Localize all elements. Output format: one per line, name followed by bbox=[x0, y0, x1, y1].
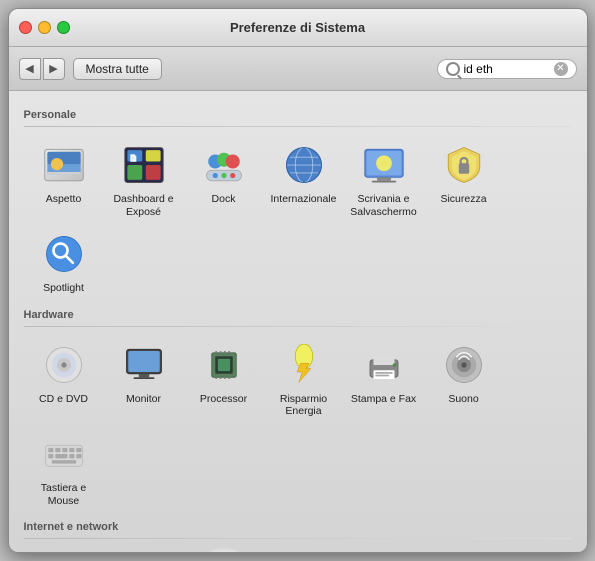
pref-item-tastiera[interactable]: Tastiera e Mouse bbox=[24, 424, 104, 513]
sicurezza-label: Sicurezza bbox=[440, 193, 486, 206]
back-button[interactable]: ◀ bbox=[19, 58, 41, 80]
search-box: ✕ bbox=[437, 59, 577, 79]
scrivania-icon bbox=[360, 141, 408, 189]
pref-item-stampa[interactable]: Stampa e Fax bbox=[344, 335, 424, 424]
internazionale-icon bbox=[280, 141, 328, 189]
risparmio-icon bbox=[280, 341, 328, 389]
spotlight-icon bbox=[40, 230, 88, 278]
aspetto-label: Aspetto bbox=[46, 193, 82, 206]
pref-item-sicurezza[interactable]: Sicurezza bbox=[424, 135, 504, 224]
sicurezza-icon bbox=[440, 141, 488, 189]
pref-item-risparmio[interactable]: Risparmio Energia bbox=[264, 335, 344, 424]
titlebar: Preferenze di Sistema bbox=[9, 9, 587, 47]
stampa-label: Stampa e Fax bbox=[351, 393, 416, 406]
pref-item-condivisione[interactable]: Condivisione bbox=[104, 547, 184, 552]
pref-item-processor[interactable]: Processor bbox=[184, 335, 264, 424]
tastiera-icon bbox=[40, 430, 88, 478]
cddvd-icon bbox=[40, 341, 88, 389]
pref-item-monitor[interactable]: Monitor bbox=[104, 335, 184, 424]
search-clear-button[interactable]: ✕ bbox=[554, 62, 568, 76]
aspetto-icon bbox=[40, 141, 88, 189]
forward-button[interactable]: ▶ bbox=[43, 58, 65, 80]
close-button[interactable] bbox=[19, 21, 32, 34]
svg-text:📄: 📄 bbox=[129, 154, 138, 163]
section-label-hardware: Hardware bbox=[24, 309, 572, 321]
traffic-lights bbox=[19, 21, 70, 34]
pref-item-cddvd[interactable]: CD e DVD bbox=[24, 335, 104, 424]
pref-item-scrivania[interactable]: Scrivania e Salvaschermo bbox=[344, 135, 424, 224]
pref-item-mac[interactable]: .Mac .Mac bbox=[24, 547, 104, 552]
show-all-button[interactable]: Mostra tutte bbox=[73, 58, 162, 80]
hardware-grid: CD e DVD Monitor bbox=[24, 335, 572, 513]
processor-icon bbox=[200, 341, 248, 389]
nav-buttons: ◀ ▶ bbox=[19, 58, 65, 80]
minimize-button[interactable] bbox=[38, 21, 51, 34]
pref-item-network[interactable]: Network bbox=[184, 547, 264, 552]
scrivania-label: Scrivania e Salvaschermo bbox=[348, 193, 420, 218]
spotlight-label: Spotlight bbox=[43, 282, 84, 295]
cddvd-label: CD e DVD bbox=[39, 393, 88, 406]
pref-item-dock[interactable]: Dock bbox=[184, 135, 264, 224]
system-preferences-window: Preferenze di Sistema ◀ ▶ Mostra tutte ✕… bbox=[8, 8, 588, 553]
section-divider-hardware bbox=[24, 326, 572, 327]
monitor-label: Monitor bbox=[126, 393, 161, 406]
maximize-button[interactable] bbox=[57, 21, 70, 34]
section-divider-internet bbox=[24, 538, 572, 539]
search-icon bbox=[446, 62, 460, 76]
dashboard-icon: 📄 bbox=[120, 141, 168, 189]
pref-item-aspetto[interactable]: Aspetto bbox=[24, 135, 104, 224]
pref-item-internazionale[interactable]: Internazionale bbox=[264, 135, 344, 224]
tastiera-label: Tastiera e Mouse bbox=[28, 482, 100, 507]
personale-grid: Aspetto 📄 Dashboard e Exposé bbox=[24, 135, 572, 301]
processor-label: Processor bbox=[200, 393, 247, 406]
suono-label: Suono bbox=[448, 393, 478, 406]
pref-item-quicktime[interactable]: QuickTime bbox=[264, 547, 344, 552]
dashboard-label: Dashboard e Exposé bbox=[108, 193, 180, 218]
section-label-internet: Internet e network bbox=[24, 521, 572, 533]
toolbar: ◀ ▶ Mostra tutte ✕ bbox=[9, 47, 587, 91]
search-input[interactable] bbox=[464, 62, 550, 76]
suono-icon bbox=[440, 341, 488, 389]
risparmio-label: Risparmio Energia bbox=[268, 393, 340, 418]
dock-label: Dock bbox=[212, 193, 236, 206]
preferences-content: Personale Aspetto bbox=[9, 91, 587, 552]
window-title: Preferenze di Sistema bbox=[230, 20, 365, 35]
section-divider-personale bbox=[24, 126, 572, 127]
pref-item-spotlight[interactable]: Spotlight bbox=[24, 224, 104, 301]
pref-item-dashboard[interactable]: 📄 Dashboard e Exposé bbox=[104, 135, 184, 224]
internazionale-label: Internazionale bbox=[271, 193, 337, 206]
internet-grid: .Mac .Mac Condivisione bbox=[24, 547, 572, 552]
pref-item-suono[interactable]: Suono bbox=[424, 335, 504, 424]
stampa-icon bbox=[360, 341, 408, 389]
monitor-icon bbox=[120, 341, 168, 389]
dock-icon bbox=[200, 141, 248, 189]
section-label-personale: Personale bbox=[24, 109, 572, 121]
